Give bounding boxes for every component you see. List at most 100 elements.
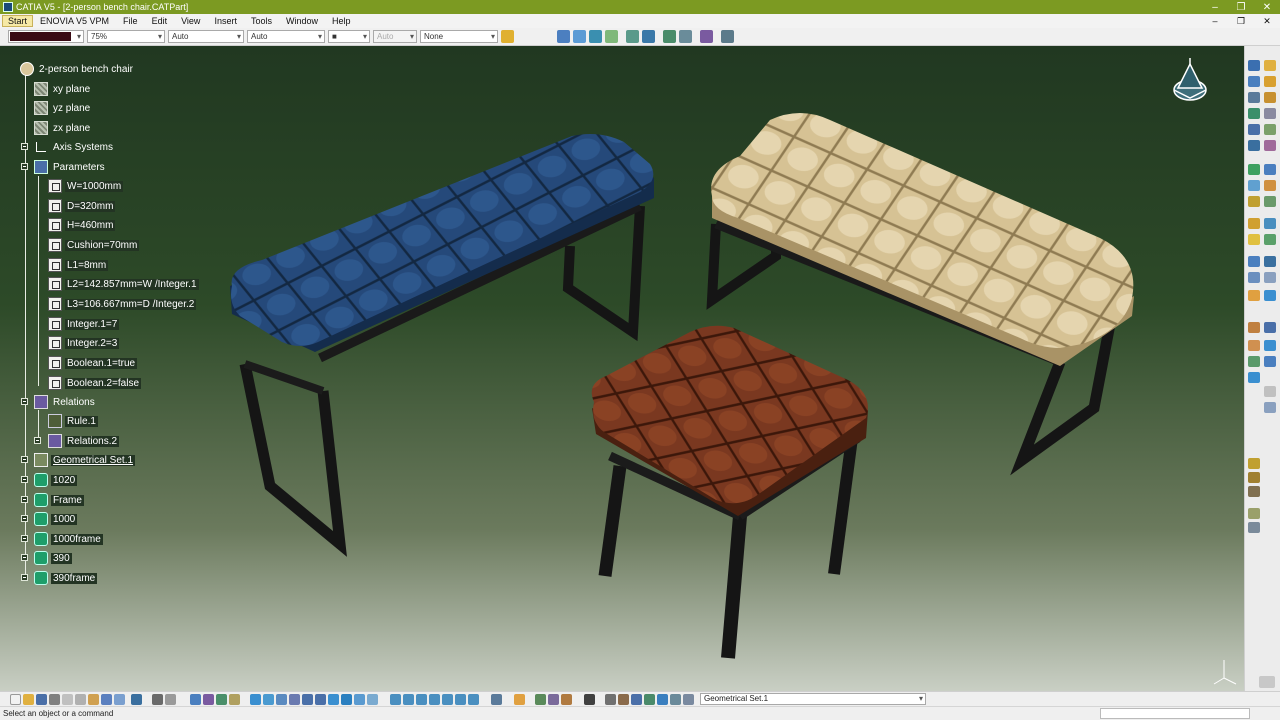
pad-icon[interactable] <box>1248 164 1260 175</box>
pattern-icon[interactable] <box>1264 272 1276 283</box>
sort-icon[interactable] <box>1264 402 1276 413</box>
help-icon[interactable] <box>131 693 142 705</box>
zoom-in-icon[interactable] <box>302 693 313 705</box>
tree-root[interactable]: 2-person bench chair <box>20 61 135 77</box>
point-symbol-combo[interactable]: ■ <box>328 30 370 43</box>
redo-icon[interactable] <box>114 693 125 705</box>
brown-stool-model[interactable] <box>591 325 868 659</box>
camera-icon[interactable] <box>584 693 595 705</box>
fill-icon[interactable] <box>642 30 655 43</box>
surface-icon[interactable] <box>605 30 618 43</box>
tree-item-parameter[interactable]: Cushion=70mm <box>48 237 140 253</box>
current-set-combo[interactable]: Geometrical Set.1 <box>700 693 926 705</box>
close-button[interactable]: ✕ <box>1254 2 1280 13</box>
arc-icon[interactable] <box>573 30 586 43</box>
render-style-combo[interactable]: Auto <box>373 30 417 43</box>
texture-icon[interactable] <box>1248 486 1260 497</box>
offset-icon[interactable] <box>1248 124 1260 135</box>
menu-tools[interactable]: Tools <box>244 16 279 26</box>
tree-item-relations2[interactable]: Relations.2 <box>48 433 120 449</box>
sphere-icon[interactable] <box>1248 108 1260 119</box>
tree-item-geometrical-set[interactable]: Geometrical Set.1 <box>34 452 136 468</box>
line-thickness-combo[interactable]: Auto <box>168 30 244 43</box>
sweep-icon[interactable] <box>626 30 639 43</box>
analysis-icon[interactable] <box>721 30 734 43</box>
zoom-out-icon[interactable] <box>315 693 326 705</box>
point-icon[interactable] <box>1248 76 1260 87</box>
apply-material-icon[interactable] <box>514 693 525 705</box>
assemble-icon[interactable] <box>1248 234 1260 245</box>
maximize-button[interactable]: ❐ <box>1228 2 1254 13</box>
compass-icon[interactable] <box>1170 58 1212 110</box>
tree-item-parameter[interactable]: H=460mm <box>48 217 116 233</box>
doc-restore-button[interactable]: ❐ <box>1228 16 1254 27</box>
revolve-icon[interactable] <box>1264 92 1276 103</box>
tree-item-relations[interactable]: Relations <box>34 394 97 410</box>
tree-item-body[interactable]: 1000frame <box>34 531 103 547</box>
geometrical-set-expander[interactable] <box>21 456 28 463</box>
pan-icon[interactable] <box>276 693 287 705</box>
tree-item-parameter[interactable]: D=320mm <box>48 198 116 214</box>
3d-viewport[interactable]: 2-person bench chair xy plane yz plane z… <box>0 46 1244 691</box>
reaction-icon[interactable] <box>1264 356 1276 367</box>
design-table-icon[interactable] <box>1248 340 1260 351</box>
copy-icon[interactable] <box>75 693 86 705</box>
layer-combo[interactable]: None <box>420 30 498 43</box>
tree-item-parameters[interactable]: Parameters <box>34 159 107 175</box>
tree-item-zx-plane[interactable]: zx plane <box>34 120 92 136</box>
body-expander[interactable] <box>21 535 28 542</box>
tree-item-parameter[interactable]: L1=8mm <box>48 257 109 273</box>
comment-icon[interactable] <box>165 693 176 705</box>
body-expander[interactable] <box>21 515 28 522</box>
groove-icon[interactable] <box>1264 180 1276 191</box>
knowledge-icon[interactable] <box>1248 372 1260 383</box>
join-icon[interactable] <box>663 30 676 43</box>
menu-edit[interactable]: Edit <box>145 16 175 26</box>
tree-item-parameter[interactable]: W=1000mm <box>48 178 124 194</box>
tree-item-body[interactable]: 1020 <box>34 472 78 488</box>
environment-icon[interactable] <box>1248 522 1260 533</box>
minimize-button[interactable]: – <box>1202 2 1228 13</box>
blue-bench-model[interactable] <box>230 134 654 557</box>
save-icon[interactable] <box>36 693 47 705</box>
relations2-expander[interactable] <box>34 437 41 444</box>
line-type-combo[interactable]: Auto <box>247 30 325 43</box>
extrude-icon[interactable] <box>1248 92 1260 103</box>
measure-icon[interactable] <box>1248 290 1260 301</box>
menu-window[interactable]: Window <box>279 16 325 26</box>
define-in-work-icon[interactable] <box>670 693 681 705</box>
shape-icon[interactable] <box>203 693 214 705</box>
tree-item-parameter[interactable]: Integer.2=3 <box>48 335 120 351</box>
extract-icon[interactable] <box>700 30 713 43</box>
body-expander[interactable] <box>21 554 28 561</box>
tree-item-parameter[interactable]: Boolean.2=false <box>48 375 142 391</box>
plane-icon[interactable] <box>1264 76 1276 87</box>
manual-update-icon[interactable] <box>657 693 668 705</box>
doc-close-button[interactable]: ✕ <box>1254 16 1280 27</box>
parameters-expander[interactable] <box>21 163 28 170</box>
undo-icon[interactable] <box>101 693 112 705</box>
paste-icon[interactable] <box>88 693 99 705</box>
link-icon[interactable] <box>618 693 629 705</box>
symmetry-icon[interactable] <box>1248 272 1260 283</box>
fill-icon[interactable] <box>1248 140 1260 151</box>
boolean-icon[interactable] <box>1248 218 1260 229</box>
tools-icon[interactable] <box>229 693 240 705</box>
catia-app-icon[interactable] <box>3 2 13 12</box>
pocket-icon[interactable] <box>1264 164 1276 175</box>
new-icon[interactable] <box>10 693 21 705</box>
menu-file[interactable]: File <box>116 16 145 26</box>
tree-item-body[interactable]: Frame <box>34 492 84 508</box>
healing-icon[interactable] <box>679 30 692 43</box>
specification-tree[interactable]: 2-person bench chair xy plane yz plane z… <box>0 46 260 606</box>
tree-item-parameter[interactable]: Boolean.1=true <box>48 355 138 371</box>
sketch-icon[interactable] <box>1248 60 1260 71</box>
split-icon[interactable] <box>1264 234 1276 245</box>
body-expander[interactable] <box>21 496 28 503</box>
shaft-icon[interactable] <box>1248 180 1260 191</box>
normal-view-icon[interactable] <box>328 693 339 705</box>
menu-help[interactable]: Help <box>325 16 358 26</box>
sweep-icon[interactable] <box>1264 124 1276 135</box>
menu-insert[interactable]: Insert <box>207 16 244 26</box>
body-expander[interactable] <box>21 574 28 581</box>
